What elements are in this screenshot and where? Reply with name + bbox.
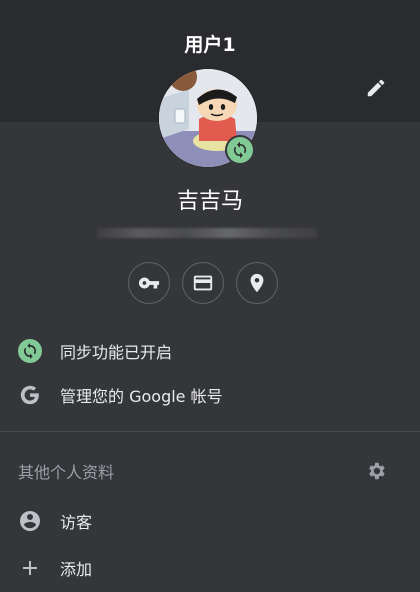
sync-menu-item[interactable]: 同步功能已开启	[0, 329, 420, 373]
sync-label: 同步功能已开启	[60, 343, 173, 362]
quick-actions	[128, 262, 278, 304]
sync-icon	[233, 141, 247, 159]
add-profile-item[interactable]: 添加	[0, 546, 420, 590]
manage-google-account-item[interactable]: 管理您的 Google 帐号	[0, 373, 420, 417]
key-icon	[138, 277, 160, 289]
avatar[interactable]	[159, 69, 257, 167]
gear-icon	[369, 462, 385, 480]
sync-badge	[227, 137, 253, 163]
addresses-button[interactable]	[236, 262, 278, 304]
guest-label: 访客	[60, 513, 93, 532]
email-redacted	[97, 228, 317, 238]
edit-profile-button[interactable]	[363, 75, 389, 101]
sync-status-icon	[18, 339, 42, 363]
location-pin-icon	[250, 273, 264, 293]
google-g-icon	[18, 383, 42, 407]
guest-profile-item[interactable]: 访客	[0, 499, 420, 543]
pencil-icon	[367, 79, 385, 97]
other-profiles-heading: 其他个人资料	[18, 463, 115, 482]
section-divider	[0, 431, 420, 432]
account-circle-icon	[18, 509, 42, 533]
manage-profiles-button[interactable]	[363, 458, 389, 484]
profile-title: 用户1	[184, 34, 236, 56]
payment-methods-button[interactable]	[182, 262, 224, 304]
credit-card-icon	[193, 275, 213, 291]
user-display-name: 吉吉马	[176, 189, 243, 214]
passwords-button[interactable]	[128, 262, 170, 304]
manage-account-label: 管理您的 Google 帐号	[60, 387, 223, 406]
add-label: 添加	[60, 560, 93, 579]
plus-icon	[18, 556, 42, 580]
